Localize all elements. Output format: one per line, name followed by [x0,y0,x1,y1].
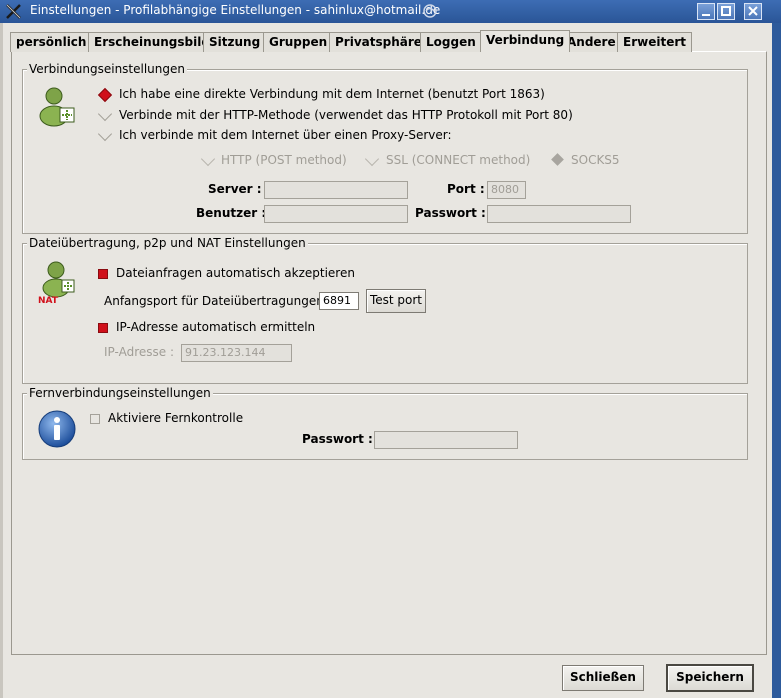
server-label: Server : [208,182,262,196]
auto-ip-label: IP-Adresse automatisch ermitteln [116,320,316,334]
proxy-socks5-label: SOCKS5 [571,153,620,167]
ip-address-input[interactable]: 91.23.123.144 [181,344,292,362]
filetransfer-settings-group: Dateiübertragung, p2p und NAT Einstellun… [22,236,748,384]
port-input[interactable]: 8080 [487,181,526,199]
auto-ip-checkbox[interactable] [98,323,108,333]
tab-privatsphaere[interactable]: Privatsphäre [329,32,428,52]
title-bar[interactable]: Einstellungen - Profilabhängige Einstell… [0,0,781,23]
msn-user-nat-icon: NAT [38,261,75,306]
auto-accept-label: Dateianfragen automatisch akzeptieren [116,266,355,280]
close-button[interactable]: Schließen [562,665,644,691]
ip-address-label: IP-Adresse : [104,345,174,359]
msn-user-connection-icon [39,87,75,127]
proxy-http-post-label: HTTP (POST method) [221,153,347,167]
remote-control-checkbox[interactable] [90,414,100,424]
remote-control-label: Aktiviere Fernkontrolle [108,411,244,425]
tab-gruppen[interactable]: Gruppen [263,32,334,52]
maximize-icon [721,6,731,16]
close-window-button[interactable] [744,3,762,20]
proxy-ssl-connect-label: SSL (CONNECT method) [386,153,531,167]
remote-settings-group: Fernverbindungseinstellungen [22,386,748,460]
window-frame-right [772,23,781,698]
save-button[interactable]: Speichern [666,664,754,692]
minimize-button[interactable] [697,3,715,20]
tab-sitzung[interactable]: Sitzung [203,32,267,52]
proxy-server-label: Ich verbinde mit dem Internet über einen… [119,128,452,142]
server-input[interactable] [264,181,408,199]
tab-verbindung[interactable]: Verbindung [480,30,571,52]
amsn-x-icon[interactable] [5,3,22,20]
auto-accept-checkbox[interactable] [98,269,108,279]
start-port-input[interactable]: 6891 [319,292,359,310]
window-title: Einstellungen - Profilabhängige Einstell… [30,3,441,17]
start-port-label: Anfangsport für Dateiübertragungen : [104,294,332,308]
remote-password-label: Passwort : [302,432,373,446]
minimize-icon [702,14,710,16]
remote-settings-legend: Fernverbindungseinstellungen [27,386,213,400]
tab-erscheinungsbild[interactable]: Erscheinungsbild [88,32,216,52]
window-frame-left [0,23,3,698]
port-label: Port : [447,182,485,196]
user-label: Benutzer : [196,206,267,220]
http-method-label: Verbinde mit der HTTP-Methode (verwendet… [119,108,573,122]
info-icon [38,410,76,448]
swirl-icon [423,4,437,18]
remote-password-input[interactable] [374,431,518,449]
filetransfer-settings-legend: Dateiübertragung, p2p und NAT Einstellun… [27,236,308,250]
tab-loggen[interactable]: Loggen [420,32,482,52]
direct-connection-label: Ich habe eine direkte Verbindung mit dem… [119,87,545,101]
maximize-button[interactable] [717,3,735,20]
tab-persoenlich[interactable]: persönlich [10,32,93,52]
user-input[interactable] [264,205,408,223]
tab-erweitert[interactable]: Erweitert [617,32,692,52]
nat-icon-text: NAT [38,296,59,306]
proxy-password-input[interactable] [487,205,631,223]
proxy-password-label: Passwort : [415,206,486,220]
connection-settings-legend: Verbindungseinstellungen [27,62,187,76]
close-icon [748,6,758,16]
test-port-button[interactable]: Test port [366,289,426,313]
